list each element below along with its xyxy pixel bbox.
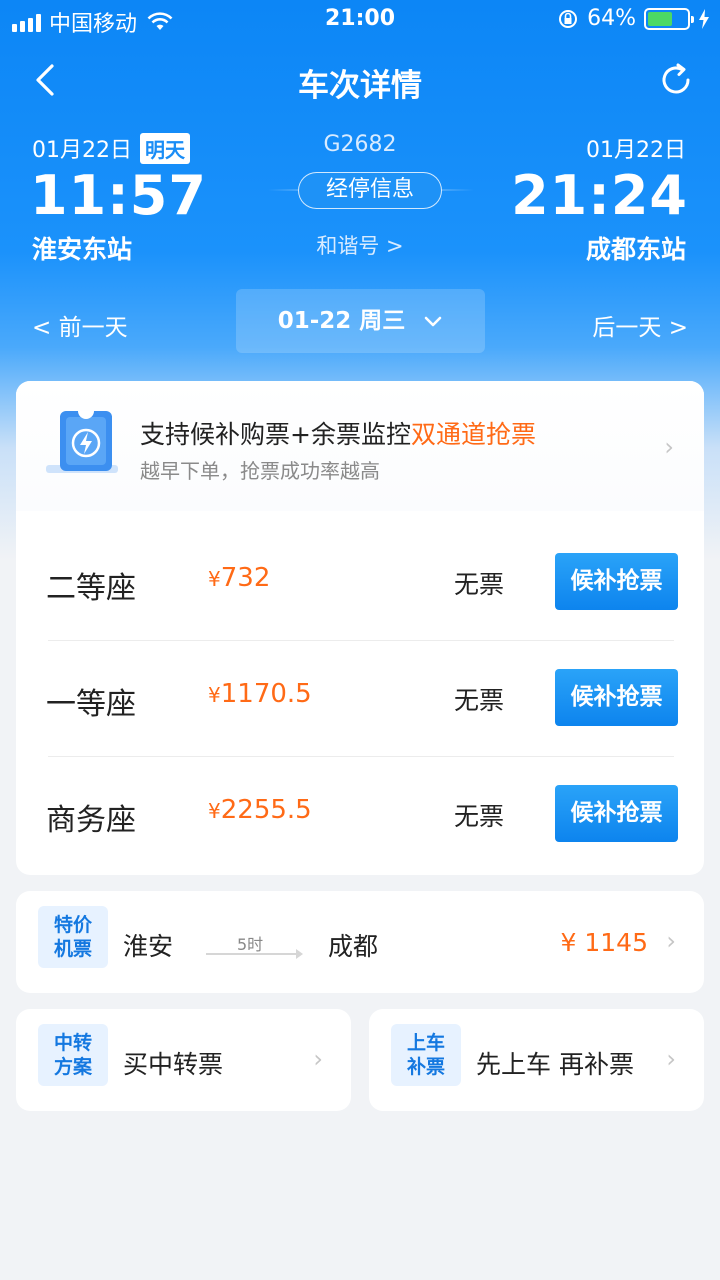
badge-line-2: 机票	[53, 938, 92, 960]
transfer-badge: 中转 方案	[38, 1024, 108, 1086]
promo-banner[interactable]: 支持候补购票+余票监控双通道抢票 越早下单，抢票成功率越高 ›	[16, 381, 704, 511]
promo-title: 支持候补购票+余票监控双通道抢票	[140, 415, 536, 451]
arrival-date: 01月22日	[586, 138, 686, 163]
flight-badge: 特价 机票	[38, 906, 108, 968]
date-selector[interactable]: 01-22 周三	[236, 289, 485, 353]
badge-line-1: 上车	[406, 1032, 445, 1054]
promo-title-main: 支持候补购票+余票监控	[140, 420, 411, 449]
seat-price: ¥1170.5	[208, 679, 312, 709]
departure-time: 11:57	[30, 164, 207, 227]
seat-price-value: 2255.5	[220, 795, 312, 825]
ticket-lightning-icon	[46, 411, 118, 473]
board-label: 先上车 再补票	[476, 1050, 634, 1079]
badge-line-2: 补票	[406, 1056, 445, 1078]
battery-percent: 64%	[587, 6, 636, 31]
chevron-right-icon: ›	[313, 1045, 323, 1073]
battery-fill	[648, 11, 673, 26]
flight-route-arrow	[206, 949, 303, 959]
badge-line-1: 特价	[53, 914, 92, 936]
transfer-plan-card[interactable]: 中转 方案 买中转票 ›	[16, 1009, 351, 1111]
badge-line-2: 方案	[53, 1056, 92, 1078]
waitlist-button[interactable]: 候补抢票	[555, 553, 678, 610]
chevron-right-icon: ›	[666, 927, 676, 955]
seat-price: ¥732	[208, 563, 270, 593]
charging-icon	[699, 8, 709, 29]
yen-symbol: ¥	[208, 567, 221, 591]
trip-summary: 01月22日 明天 G2682 01月22日 11:57 经停信息 21:24 …	[0, 128, 720, 268]
yen-symbol: ¥	[208, 799, 221, 823]
battery-icon	[644, 7, 694, 30]
seat-row-second-class: 二等座 ¥732 无票 候补抢票	[46, 525, 678, 641]
day-switcher: < 前一天 01-22 周三 后一天 >	[0, 288, 720, 354]
flight-origin: 淮安	[123, 932, 174, 961]
waitlist-button[interactable]: 候补抢票	[555, 669, 678, 726]
seat-price: ¥2255.5	[208, 795, 312, 825]
refresh-icon[interactable]	[656, 60, 696, 100]
arrival-time: 21:24	[511, 164, 688, 227]
status-right: 64%	[557, 6, 710, 31]
seat-class-name: 商务座	[46, 803, 136, 838]
board-then-pay-card[interactable]: 上车 补票 先上车 再补票 ›	[369, 1009, 704, 1111]
seat-availability: 无票	[454, 570, 505, 599]
cheap-flight-card[interactable]: 特价 机票 淮安 5时 成都 ¥ 1145 ›	[16, 891, 704, 993]
seat-row-first-class: 一等座 ¥1170.5 无票 候补抢票	[46, 641, 678, 757]
transfer-label: 买中转票	[123, 1050, 224, 1079]
seat-row-business-class: 商务座 ¥2255.5 无票 候补抢票	[46, 757, 678, 873]
chevron-right-icon: ›	[666, 1045, 676, 1073]
seats-card: 支持候补购票+余票监控双通道抢票 越早下单，抢票成功率越高 › 二等座 ¥732…	[16, 381, 704, 875]
arrival-station: 成都东站	[585, 235, 686, 264]
orientation-lock-icon	[559, 9, 578, 28]
navigation-bar: 车次详情	[0, 50, 720, 110]
chevron-down-icon	[424, 316, 442, 326]
yen-symbol: ¥	[208, 683, 221, 707]
flight-price: ¥ 1145	[560, 928, 648, 957]
badge-line-1: 中转	[53, 1032, 92, 1054]
seat-price-value: 732	[220, 563, 271, 593]
flight-duration: 5时	[237, 935, 264, 954]
page-title: 车次详情	[298, 68, 422, 104]
stops-info-button[interactable]: 经停信息	[298, 172, 442, 209]
current-date: 01-22 周三	[277, 308, 406, 334]
chevron-right-icon: ›	[664, 433, 674, 461]
seat-availability: 无票	[454, 802, 505, 831]
promo-subtitle: 越早下单，抢票成功率越高	[140, 459, 380, 483]
previous-day-button[interactable]: < 前一天	[32, 308, 128, 342]
seat-class-name: 二等座	[46, 571, 136, 606]
seat-price-value: 1170.5	[220, 679, 312, 709]
waitlist-button[interactable]: 候补抢票	[555, 785, 678, 842]
status-bar: 中国移动 21:00 64%	[0, 0, 720, 40]
seat-class-name: 一等座	[46, 687, 136, 722]
flight-destination: 成都	[328, 932, 379, 961]
promo-title-highlight: 双通道抢票	[410, 420, 536, 449]
seat-availability: 无票	[454, 686, 505, 715]
board-badge: 上车 补票	[391, 1024, 461, 1086]
next-day-button[interactable]: 后一天 >	[592, 308, 688, 342]
